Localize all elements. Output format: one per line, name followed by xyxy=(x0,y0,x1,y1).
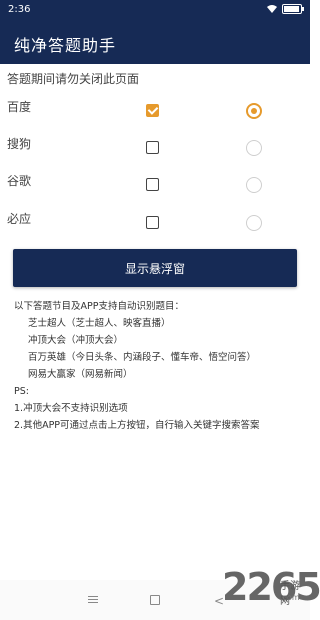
info-app-item: 网易大赢家（网易新闻） xyxy=(28,369,133,380)
app-title: 纯净答题助手 xyxy=(14,36,117,55)
watermark-domain: .com xyxy=(280,593,300,602)
status-bar: 2:36 xyxy=(0,0,310,20)
engine-row-baidu: 百度 xyxy=(0,100,310,124)
engine-radio-sogou[interactable] xyxy=(246,140,262,156)
status-icons xyxy=(266,4,304,14)
home-icon[interactable] xyxy=(150,595,160,605)
info-app-item: 百万英雄（今日头条、内涵段子、懂车帝、悟空问答） xyxy=(28,352,257,363)
info-app-item: 芝士超人（芝士超人、映客直播） xyxy=(28,318,171,329)
checkmark-icon xyxy=(147,104,159,115)
wifi-icon xyxy=(267,5,277,13)
info-section: 以下答题节目及APP支持自动识别题目： 芝士超人（芝士超人、映客直播） 冲顶大会… xyxy=(14,298,304,434)
engine-radio-baidu[interactable] xyxy=(246,103,262,119)
engine-label-google: 谷歌 xyxy=(7,174,32,188)
engine-radio-bing[interactable] xyxy=(246,215,262,231)
status-time: 2:36 xyxy=(8,4,31,15)
engine-row-sogou: 搜狗 xyxy=(0,137,310,161)
notice-text: 答题期间请勿关闭此页面 xyxy=(7,72,140,86)
menu-icon[interactable] xyxy=(88,596,98,604)
info-ps-note: 1.冲顶大会不支持识别选项 xyxy=(14,403,128,414)
battery-icon xyxy=(282,4,304,14)
info-intro: 以下答题节目及APP支持自动识别题目： xyxy=(14,301,184,312)
engine-label-baidu: 百度 xyxy=(7,100,32,114)
engine-row-google: 谷歌 xyxy=(0,174,310,198)
engine-checkbox-sogou[interactable] xyxy=(146,141,159,154)
engine-checkbox-bing[interactable] xyxy=(146,216,159,229)
show-floating-window-button[interactable]: 显示悬浮窗 xyxy=(13,249,297,287)
info-app-item: 冲顶大会（冲顶大会） xyxy=(28,335,124,346)
engine-radio-google[interactable] xyxy=(246,177,262,193)
engine-label-bing: 必应 xyxy=(7,212,32,226)
engine-checkbox-google[interactable] xyxy=(146,178,159,191)
engine-label-sogou: 搜狗 xyxy=(7,137,32,151)
info-ps-title: PS: xyxy=(14,386,29,397)
info-ps-note: 2.其他APP可通过点击上方按钮，自行输入关键字搜索答案 xyxy=(14,420,260,431)
watermark-site: 手游网 xyxy=(280,581,300,607)
engine-checkbox-baidu[interactable] xyxy=(146,104,159,117)
app-bar: 纯净答题助手 xyxy=(0,20,310,64)
engine-row-bing: 必应 xyxy=(0,212,310,236)
watermark-logo: 2265 手游网 .com xyxy=(222,565,320,615)
